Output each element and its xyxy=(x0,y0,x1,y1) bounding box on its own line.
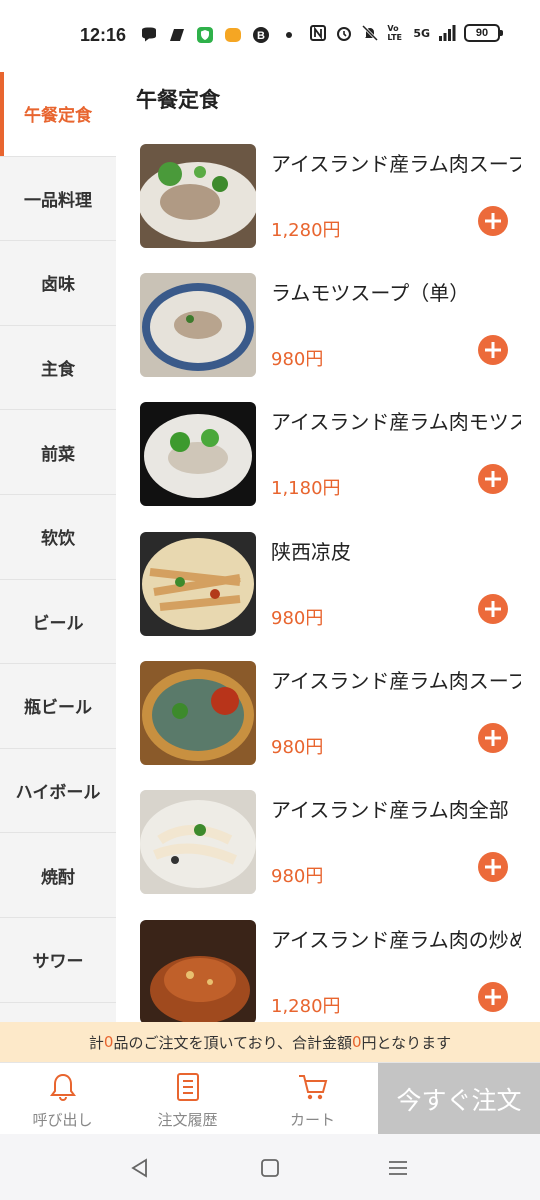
back-icon[interactable] xyxy=(128,1156,152,1180)
item-photo xyxy=(140,920,256,1022)
add-to-cart-button[interactable] xyxy=(478,852,508,882)
slash-app-icon xyxy=(170,29,184,41)
menu-item[interactable]: アイスランド産ラム肉全部 980円 xyxy=(116,790,540,900)
cart-button[interactable]: カート xyxy=(250,1063,375,1135)
section-title: 午餐定食 xyxy=(136,88,220,112)
network-label: 5G xyxy=(413,26,430,40)
recents-menu-icon[interactable] xyxy=(386,1156,410,1180)
menu-item[interactable]: 陕西凉皮 980円 xyxy=(116,532,540,642)
item-price: 980円 xyxy=(271,349,324,370)
item-photo xyxy=(140,402,256,506)
item-price: 980円 xyxy=(271,866,324,887)
sidebar-item-beer[interactable]: ビール xyxy=(0,580,116,665)
call-staff-button[interactable]: 呼び出し xyxy=(0,1063,125,1135)
item-photo xyxy=(140,144,256,248)
cart-icon xyxy=(298,1075,327,1100)
item-name: アイスランド産ラム肉スープ xyxy=(271,152,521,176)
item-price: 980円 xyxy=(271,608,324,629)
status-time: 12:16 xyxy=(80,25,127,45)
add-to-cart-button[interactable] xyxy=(478,982,508,1012)
item-photo xyxy=(140,661,256,765)
dot-icon xyxy=(286,32,292,38)
sidebar-item-sour[interactable]: サワー xyxy=(0,918,116,1003)
sidebar-item-label: ビール xyxy=(32,613,84,634)
home-icon[interactable] xyxy=(258,1156,282,1180)
order-summary-bar: 計 0 品のご注文を頂いており、合計金額 0 円となります xyxy=(0,1022,540,1062)
item-name: 陕西凉皮 xyxy=(271,540,351,564)
sidebar-item-label: 焼酎 xyxy=(41,867,75,888)
orange-app-icon xyxy=(225,28,241,42)
shield-app-icon xyxy=(197,27,213,43)
call-staff-label: 呼び出し xyxy=(32,1111,93,1129)
item-photo xyxy=(140,273,256,377)
item-price: 980円 xyxy=(271,737,324,758)
order-now-button[interactable]: 今すぐ注文 xyxy=(378,1063,540,1135)
add-to-cart-button[interactable] xyxy=(478,464,508,494)
document-list-icon xyxy=(176,1073,199,1101)
volte-label: Vo LTE xyxy=(387,24,403,42)
summary-middle: 品のご注文を頂いており、合計金額 xyxy=(113,1033,352,1052)
sidebar-item-label: 卤味 xyxy=(41,275,75,296)
item-name: アイスランド産ラム肉の炒め xyxy=(271,928,521,952)
sidebar-item-a-la-carte[interactable]: 一品料理 xyxy=(0,157,116,242)
add-to-cart-button[interactable] xyxy=(478,723,508,753)
b-app-icon: B xyxy=(253,27,269,43)
item-photo xyxy=(140,532,256,636)
svg-text:B: B xyxy=(257,30,265,42)
sidebar-item-soft-drink[interactable]: 软饮 xyxy=(0,495,116,580)
sidebar-item-bottled-beer[interactable]: 瓶ビール xyxy=(0,664,116,749)
status-system-icons: Vo LTE 5G 90 xyxy=(309,24,503,42)
status-notification-icons: B xyxy=(140,26,298,44)
order-history-button[interactable]: 注文履歴 xyxy=(125,1063,250,1135)
sidebar-item-label: 主食 xyxy=(41,360,75,381)
item-price: 1,180円 xyxy=(271,478,341,499)
alarm-icon xyxy=(337,27,352,41)
system-nav-bar xyxy=(0,1134,540,1200)
add-to-cart-button[interactable] xyxy=(478,206,508,236)
item-name: ラムモツスープ（单） xyxy=(271,281,470,305)
item-name: アイスランド産ラム肉モツスープ xyxy=(271,410,521,434)
sidebar-item-label: 前菜 xyxy=(41,444,75,465)
summary-total-amount: 0 xyxy=(351,1033,362,1051)
sidebar-item-label: ハイボール xyxy=(15,783,101,804)
status-bar: 12:16 B Vo LTE 5G 90 xyxy=(0,0,540,72)
sidebar-item-label: 软饮 xyxy=(41,529,75,550)
bottom-nav: 呼び出し 注文履歴 カート 今すぐ注文 xyxy=(0,1062,540,1135)
sidebar-item-label: 午餐定食 xyxy=(24,106,92,127)
signal-icon xyxy=(439,25,456,41)
battery-indicator: 90 xyxy=(464,24,503,42)
sidebar-item-staple[interactable]: 主食 xyxy=(0,326,116,411)
sidebar-item-label: 一品料理 xyxy=(24,190,92,211)
sidebar-item-lunch-set[interactable]: 午餐定食 xyxy=(0,72,116,157)
menu-list: 午餐定食 アイスランド産ラム肉スープ 1,280円 ラムモツスープ（单） 980… xyxy=(116,72,540,1022)
sidebar-item-appetizer[interactable]: 前菜 xyxy=(0,410,116,495)
menu-item[interactable]: アイスランド産ラム肉の炒め 1,280円 xyxy=(116,920,540,1022)
item-photo xyxy=(140,790,256,894)
chat-bubble-icon xyxy=(142,27,156,42)
sidebar-item-label: 瓶ビール xyxy=(24,698,92,719)
menu-item[interactable]: アイスランド産ラム肉スープ 1,280円 xyxy=(116,144,540,254)
nfc-icon xyxy=(310,25,327,41)
summary-prefix: 計 xyxy=(88,1033,104,1052)
sidebar-item-highball[interactable]: ハイボール xyxy=(0,749,116,834)
item-name: アイスランド産ラム肉スープ xyxy=(271,669,521,693)
category-sidebar: 午餐定食 一品料理 卤味 主食 前菜 软饮 ビール 瓶ビール ハイボール 焼酎 … xyxy=(0,72,116,1022)
sidebar-item-label: サワー xyxy=(32,952,84,973)
sidebar-item-braised[interactable]: 卤味 xyxy=(0,241,116,326)
item-price: 1,280円 xyxy=(271,996,341,1017)
menu-item[interactable]: ラムモツスープ（单） 980円 xyxy=(116,273,540,383)
menu-item[interactable]: アイスランド産ラム肉スープ 980円 xyxy=(116,661,540,771)
order-history-label: 注文履歴 xyxy=(157,1111,218,1129)
add-to-cart-button[interactable] xyxy=(478,335,508,365)
menu-item[interactable]: アイスランド産ラム肉モツスープ 1,180円 xyxy=(116,402,540,512)
bell-icon xyxy=(49,1073,76,1101)
summary-item-count: 0 xyxy=(103,1033,114,1051)
summary-suffix: 円となります xyxy=(361,1033,452,1052)
add-to-cart-button[interactable] xyxy=(478,594,508,624)
item-name: アイスランド産ラム肉全部 xyxy=(271,798,509,822)
cart-label: カート xyxy=(289,1111,335,1129)
item-price: 1,280円 xyxy=(271,220,341,241)
mute-bell-icon xyxy=(362,24,379,42)
sidebar-item-shochu[interactable]: 焼酎 xyxy=(0,833,116,918)
